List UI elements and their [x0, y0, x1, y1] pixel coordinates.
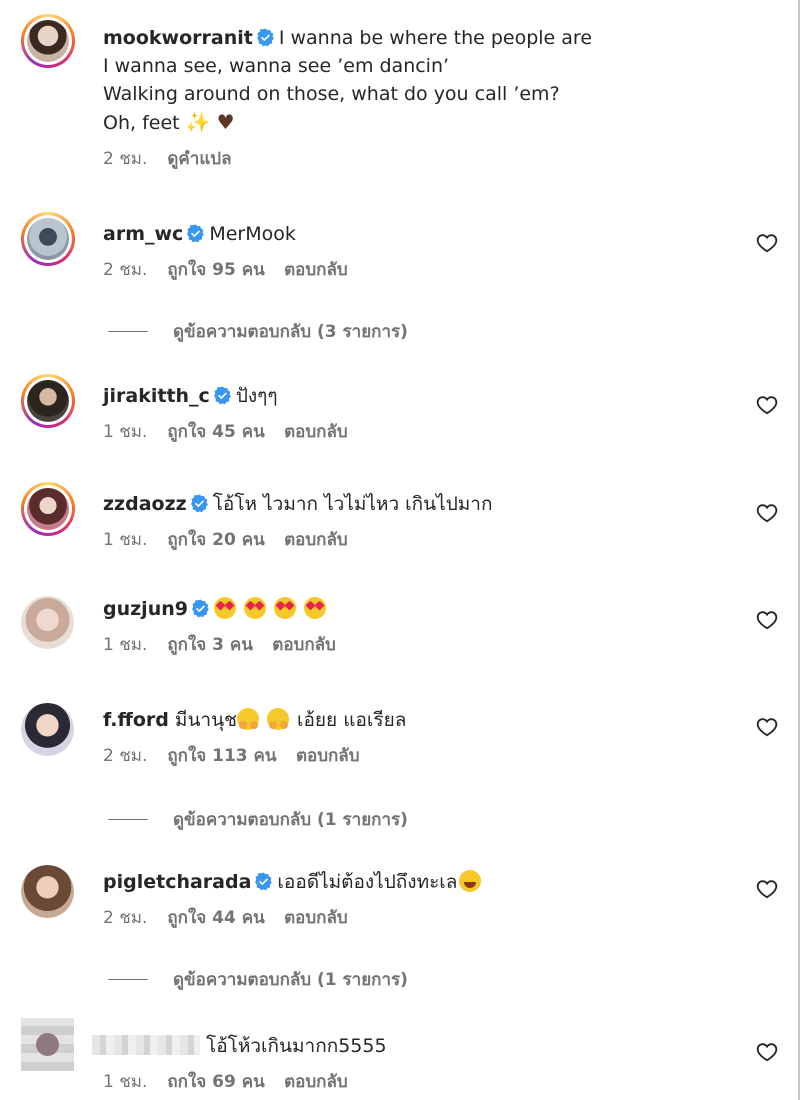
blurred-username[interactable] — [92, 1035, 200, 1055]
comment-time: 1 ชม. — [103, 422, 148, 442]
likes-count[interactable]: ถกใจ 69 คน — [167, 1072, 264, 1092]
heart-eyes-emoji-icon — [213, 597, 236, 619]
likes-count[interactable]: ถูกใจ 3 คน — [167, 635, 253, 655]
avatar[interactable] — [21, 703, 74, 756]
like-heart-icon[interactable] — [756, 609, 778, 631]
divider — [108, 979, 148, 980]
avatar[interactable] — [21, 14, 75, 68]
comment-text: มีนานุช — [174, 709, 237, 731]
caption-line-2: I wanna see, wanna see ’em dancin’ — [103, 55, 450, 77]
avatar[interactable] — [21, 865, 74, 918]
comment-text: โอ้โห ไวมาก ไวไม่ไหว เกินไปมาก — [212, 493, 493, 515]
view-replies-button[interactable]: ดูข้อความตอบกลับ (1 รายการ) — [108, 966, 408, 993]
likes-count[interactable]: ถูกใจ 113 คน — [167, 746, 276, 766]
likes-count[interactable]: ถูกใจ 20 คน — [167, 530, 264, 550]
verified-icon — [186, 224, 205, 243]
hugging-face-emoji-icon — [237, 708, 259, 730]
heart-eyes-emoji-icon — [273, 597, 296, 619]
avatar[interactable] — [21, 1018, 74, 1071]
comment-username[interactable]: guzjun9 — [103, 598, 188, 620]
avatar[interactable] — [21, 212, 75, 266]
comment-time: 1 ชม. — [103, 530, 148, 550]
view-replies-button[interactable]: ดูข้อความตอบกลับ (1 รายการ) — [108, 806, 408, 833]
brown-heart-icon: ♥ — [216, 110, 235, 134]
view-replies-label: ดูข้อความตอบกลับ (1 รายการ) — [173, 970, 408, 990]
comment-username[interactable]: zzdaozz — [103, 493, 187, 515]
caption-time: 2 ชม. — [103, 149, 148, 169]
view-replies-button[interactable]: ดูข้อความตอบกลับ (3 รายการ) — [108, 318, 408, 345]
hugging-face-emoji-icon — [267, 708, 289, 730]
avatar[interactable] — [21, 596, 74, 649]
reply-button[interactable]: ตอบกลับ — [284, 422, 348, 442]
comment-time: 2 ชม. — [103, 260, 148, 280]
reply-button[interactable]: ตอบกลับ — [272, 635, 336, 655]
like-heart-icon[interactable] — [756, 232, 778, 254]
reply-button[interactable]: ตอบกลับ — [284, 908, 348, 928]
like-heart-icon[interactable] — [756, 502, 778, 524]
verified-icon — [213, 386, 232, 405]
comment-text: โอ้โห้วเกินมากก5555 — [206, 1035, 387, 1057]
reply-button[interactable]: ตอบกลับ — [284, 1072, 348, 1092]
verified-icon — [254, 872, 273, 891]
reply-button[interactable]: ตอบกลับ — [284, 260, 348, 280]
view-replies-label: ดูข้อความตอบกลับ (1 รายการ) — [173, 810, 408, 830]
likes-count[interactable]: ถูกใจ 44 คน — [167, 908, 264, 928]
reply-button[interactable]: ตอบกลับ — [284, 530, 348, 550]
caption-username[interactable]: mookworranit — [103, 27, 253, 49]
avatar[interactable] — [21, 374, 75, 428]
like-heart-icon[interactable] — [756, 1041, 778, 1063]
divider — [108, 819, 148, 820]
reply-button[interactable]: ตอบกลับ — [296, 746, 360, 766]
caption-line-1: I wanna be where the people are — [278, 27, 593, 49]
comment-time: 2 ชม. — [103, 746, 148, 766]
verified-icon — [191, 599, 210, 618]
sparkles-icon: ✨ — [185, 110, 211, 134]
verified-icon — [256, 28, 275, 47]
like-heart-icon[interactable] — [756, 878, 778, 900]
verified-icon — [190, 494, 209, 513]
comment-time: 1 ชม. — [103, 1072, 148, 1092]
comment-text: เออดีไม่ต้องไปถึงทะเล — [277, 871, 458, 893]
divider — [108, 331, 148, 332]
comments-panel: mookworranit I wanna be where the people … — [0, 0, 800, 1100]
comment-time: 2 ชม. — [103, 908, 148, 928]
heart-eyes-emoji-icon — [243, 597, 266, 619]
comment-username[interactable]: arm_wc — [103, 223, 183, 245]
comment-text: ปังๆๆ — [235, 385, 278, 407]
comment-text: เอ้ยย แอเรียล — [297, 709, 407, 731]
avatar[interactable] — [21, 482, 75, 536]
comment-time: 1 ชม. — [103, 635, 148, 655]
caption-line-4: Oh, feet — [103, 112, 180, 134]
laughing-emoji-icon — [459, 870, 482, 892]
comment-username[interactable]: pigletcharada — [103, 871, 251, 893]
comment-text: MerMook — [209, 223, 296, 245]
comment-username[interactable]: jirakitth_c — [103, 385, 210, 407]
translate-link[interactable]: ดูคำแปล — [167, 149, 231, 169]
comment-username[interactable]: f.fford — [103, 709, 169, 731]
view-replies-label: ดูข้อความตอบกลับ (3 รายการ) — [173, 322, 408, 342]
like-heart-icon[interactable] — [756, 716, 778, 738]
caption-line-3: Walking around on those, what do you cal… — [103, 83, 560, 105]
like-heart-icon[interactable] — [756, 394, 778, 416]
likes-count[interactable]: ถูกใจ 95 คน — [167, 260, 264, 280]
heart-eyes-emoji-icon — [303, 597, 326, 619]
likes-count[interactable]: ถูกใจ 45 คน — [167, 422, 264, 442]
